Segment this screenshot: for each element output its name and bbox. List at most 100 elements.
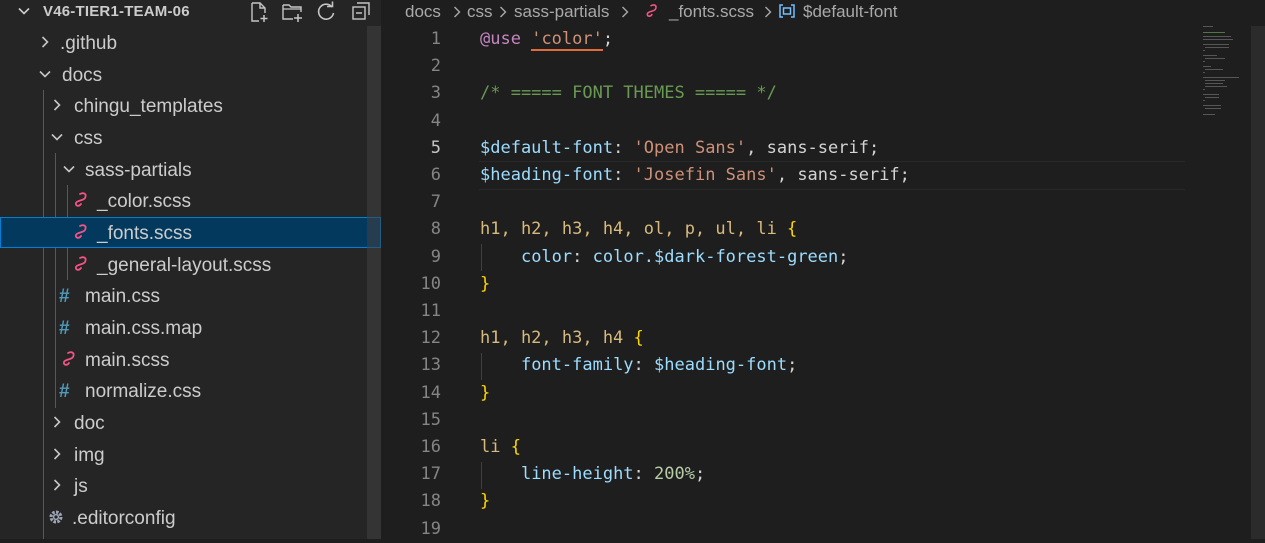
code-token: 200%: [654, 464, 695, 485]
tree-item-label: chingu_templates: [74, 96, 223, 117]
code-token: , sans-serif;: [776, 165, 910, 185]
code-token: 'Josefin Sans': [633, 165, 777, 185]
tree-folder-chingu-templates[interactable]: chingu_templates: [0, 90, 381, 121]
chevron-right-icon: [454, 6, 461, 18]
line-number: 4: [430, 110, 441, 131]
tree-file-main-css[interactable]: # main.css: [0, 280, 381, 311]
code-text: /* ===== FONT THEMES ===== */: [480, 83, 777, 103]
chevron-right-icon: [765, 6, 772, 18]
code-text: font-family: $heading-font;: [480, 355, 797, 375]
code-line[interactable]: 9 color: color.$dark-forest-green;: [381, 244, 1191, 271]
code-line[interactable]: 4: [381, 108, 1191, 135]
line-number: 2: [430, 56, 441, 77]
code-token: :: [613, 165, 634, 185]
code-token: :: [633, 355, 655, 376]
chevron-down-icon[interactable]: [18, 5, 30, 17]
tree-folder-img[interactable]: img: [0, 439, 381, 470]
tree-folder-js[interactable]: js: [0, 470, 381, 501]
explorer-header[interactable]: V46-TIER1-TEAM-06: [0, 0, 381, 26]
refresh-icon[interactable]: [315, 1, 337, 23]
code-token: @use: [480, 29, 521, 49]
tree-file-color-scss[interactable]: _color.scss: [0, 185, 381, 216]
code-token: }: [480, 491, 491, 512]
tree-file-normalize-css[interactable]: # normalize.css: [0, 375, 381, 406]
tree-file-editorconfig[interactable]: .editorconfig: [0, 502, 381, 533]
code-text: }: [480, 383, 490, 403]
collapse-all-icon[interactable]: [350, 1, 372, 23]
breadcrumb-item-sass-partials[interactable]: sass-partials: [514, 2, 609, 22]
line-number: 7: [430, 192, 441, 213]
code-line[interactable]: 5 $default-font: 'Open Sans', sans-serif;: [381, 135, 1191, 162]
breadcrumb-item-docs[interactable]: docs: [405, 2, 441, 22]
code-line[interactable]: 8 h1, h2, h3, h4, ol, p, ul, li {: [381, 216, 1191, 243]
code-line[interactable]: 15: [381, 407, 1191, 434]
code-line[interactable]: 12 h1, h2, h3, h4 {: [381, 325, 1191, 352]
tree-folder-sass-partials[interactable]: sass-partials: [0, 154, 381, 185]
tree-file-fonts-scss[interactable]: _fonts.scss: [0, 217, 381, 248]
line-number: 14: [420, 382, 441, 403]
code-token: $heading-font: [654, 355, 788, 376]
code-text: h1, h2, h3, h4, ol, p, ul, li {: [480, 219, 797, 239]
line-number: 5: [430, 137, 441, 158]
code-token: ;: [694, 464, 706, 485]
code-line[interactable]: 18}: [381, 488, 1191, 515]
chevron-down-icon: [39, 70, 51, 78]
line-number: 8: [430, 219, 441, 240]
tree-item-label: .editorconfig: [72, 508, 176, 529]
code-token: {: [787, 219, 798, 240]
breadcrumb-item-file[interactable]: _fonts.scss: [669, 2, 754, 22]
tree-file-general-layout-scss[interactable]: _general-layout.scss: [0, 249, 381, 280]
tree-folder-docs[interactable]: docs: [0, 59, 381, 90]
editor-scrollbar[interactable]: [1251, 26, 1265, 539]
css-hash-icon: #: [59, 318, 70, 339]
tree-folder-doc[interactable]: doc: [0, 407, 381, 438]
code-line[interactable]: 2: [381, 53, 1191, 80]
explorer-sidebar: V46-TIER1-TEAM-06 .github docs chingu_te…: [0, 0, 381, 539]
breadcrumb-item-symbol[interactable]: $default-font: [803, 2, 898, 22]
symbol-variable-icon: [779, 4, 795, 18]
workspace-title: V46-TIER1-TEAM-06: [43, 3, 190, 20]
tree-item-label: .github: [60, 33, 118, 54]
chevron-right-icon: [53, 416, 61, 428]
line-number: 1: [430, 29, 441, 49]
tree-file-main-scss[interactable]: main.scss: [0, 344, 381, 375]
code-line[interactable]: 7: [381, 189, 1191, 216]
chevron-right-icon: [622, 6, 629, 18]
code-token: , sans-serif;: [746, 137, 880, 158]
code-line[interactable]: 13 font-family: $heading-font;: [381, 352, 1191, 379]
css-hash-icon: #: [59, 286, 70, 307]
breadcrumb-item-css[interactable]: css: [467, 2, 493, 22]
chevron-right-icon: [53, 99, 61, 111]
code-token: $heading-font: [480, 165, 614, 185]
line-number: 19: [420, 518, 441, 539]
tree-item-label: css: [74, 128, 103, 149]
code-line[interactable]: 16 li {: [381, 434, 1191, 461]
code-line[interactable]: 10}: [381, 271, 1191, 298]
code-token: 'color': [531, 29, 603, 51]
code-area[interactable]: 1 @use 'color'; 2 3 /* ===== FONT THEMES ===…: [381, 26, 1265, 539]
code-line[interactable]: 14}: [381, 380, 1191, 407]
code-line[interactable]: 3 /* ===== FONT THEMES ===== */: [381, 80, 1191, 107]
new-file-icon[interactable]: [248, 1, 270, 23]
code-line[interactable]: 17 line-height: 200%;: [381, 461, 1191, 488]
code-line[interactable]: 11: [381, 298, 1191, 325]
code-token: {: [510, 437, 521, 457]
tree-folder-github[interactable]: .github: [0, 27, 381, 58]
tree-file-main-css-map[interactable]: # main.css.map: [0, 312, 381, 343]
code-line[interactable]: 1 @use 'color';: [381, 26, 1191, 53]
code-text: $default-font: 'Open Sans', sans-serif;: [480, 138, 879, 158]
code-line[interactable]: 6 $heading-font: 'Josefin Sans', sans-ser…: [381, 162, 1191, 189]
sidebar-scrollbar[interactable]: [367, 26, 381, 539]
line-number: 18: [420, 491, 441, 512]
new-folder-icon[interactable]: [281, 1, 303, 23]
code-token: h1, h2, h3, h4: [480, 328, 634, 349]
tree-folder-css[interactable]: css: [0, 122, 381, 153]
code-token: color: [520, 246, 573, 267]
chevron-right-icon: [500, 6, 507, 18]
code-text: li {: [480, 437, 521, 457]
tree-item-label: docs: [62, 65, 103, 86]
tree-item-label: doc: [74, 413, 105, 434]
code-token: 'Open Sans': [633, 137, 747, 158]
line-number: 16: [420, 437, 441, 457]
code-token: /* ===== FONT THEMES ===== */: [480, 83, 777, 104]
